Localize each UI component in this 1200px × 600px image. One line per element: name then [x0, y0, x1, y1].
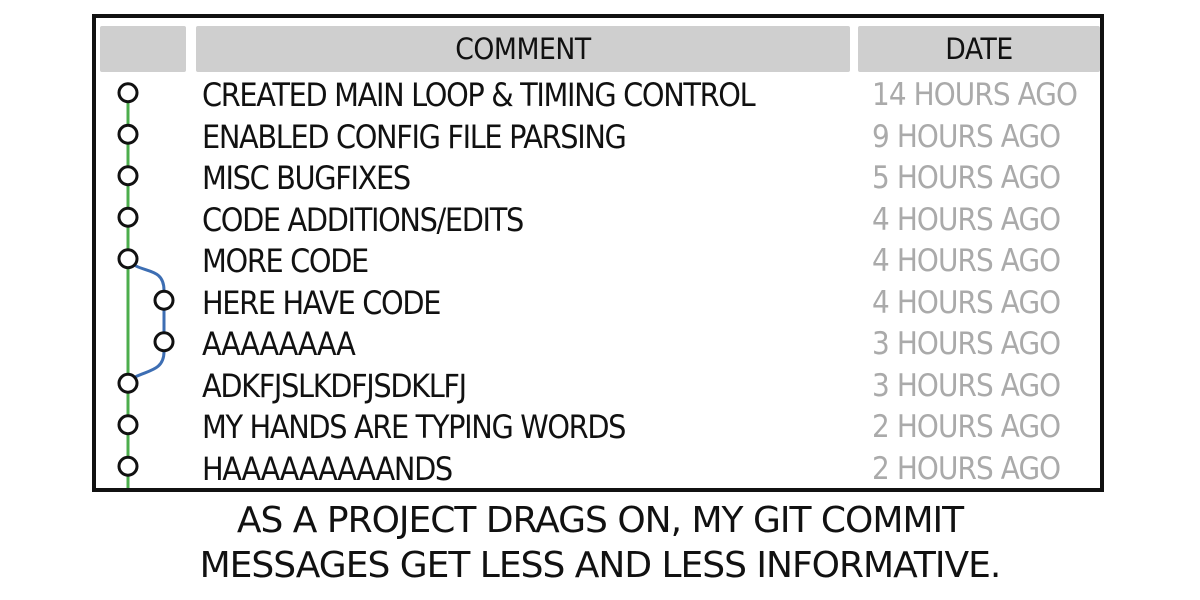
commit-row[interactable]: MORE CODE 4 HOURS AGO [96, 240, 1100, 282]
commit-message: HAAAAAAAAANDS [202, 449, 453, 488]
commit-row[interactable]: ENABLED CONFIG FILE PARSING 9 HOURS AGO [96, 116, 1100, 158]
commit-date: 9 HOURS AGO [872, 118, 1061, 155]
commit-message: ENABLED CONFIG FILE PARSING [202, 117, 627, 156]
commit-row[interactable]: AAAAAAAA 3 HOURS AGO [96, 323, 1100, 365]
commit-date: 4 HOURS AGO [872, 284, 1061, 321]
commit-message: CODE ADDITIONS/EDITS [202, 200, 524, 239]
commit-date: 4 HOURS AGO [872, 243, 1061, 279]
commit-message: MY HANDS ARE TYPING WORDS [202, 408, 626, 446]
commit-row[interactable]: CREATED MAIN LOOP & TIMING CONTROL 14 HOU… [96, 74, 1100, 116]
caption-line-1: AS A PROJECT DRAGS ON, MY GIT COMMIT [236, 500, 964, 541]
commit-message: AAAAAAAA [202, 325, 356, 363]
commit-row[interactable]: HERE HAVE CODE 4 HOURS AGO [96, 282, 1100, 324]
commit-date: 14 HOURS AGO [872, 77, 1078, 113]
commit-message: MISC BUGFIXES [202, 159, 411, 197]
caption-line-2: MESSAGES GET LESS AND LESS INFORMATIVE. [199, 545, 1002, 586]
commit-row[interactable]: ADKFJSLKDFJSDKLFJ 3 HOURS AGO [96, 365, 1100, 407]
commit-date: 2 HOURS AGO [872, 450, 1061, 487]
commit-date: 3 HOURS AGO [872, 326, 1061, 362]
commit-date: 3 HOURS AGO [872, 367, 1061, 404]
commit-message: HERE HAVE CODE [202, 283, 441, 322]
commit-log-panel: COMMENT DATE CREATED MAIN LOOP & TIMING … [92, 14, 1104, 492]
commit-row[interactable]: MY HANDS ARE TYPING WORDS 2 HOURS AGO [96, 406, 1100, 448]
commit-row[interactable]: CODE ADDITIONS/EDITS 4 HOURS AGO [96, 199, 1100, 241]
commit-message: CREATED MAIN LOOP & TIMING CONTROL [202, 76, 756, 114]
commit-message: ADKFJSLKDFJSDKLFJ [202, 366, 467, 405]
commit-date: 2 HOURS AGO [872, 409, 1061, 445]
commit-row[interactable]: MISC BUGFIXES 5 HOURS AGO [96, 157, 1100, 199]
commit-date: 5 HOURS AGO [872, 160, 1061, 196]
commit-date: 4 HOURS AGO [872, 201, 1061, 238]
commit-row[interactable]: HAAAAAAAAANDS 2 HOURS AGO [96, 448, 1100, 490]
commit-message: MORE CODE [202, 242, 369, 280]
